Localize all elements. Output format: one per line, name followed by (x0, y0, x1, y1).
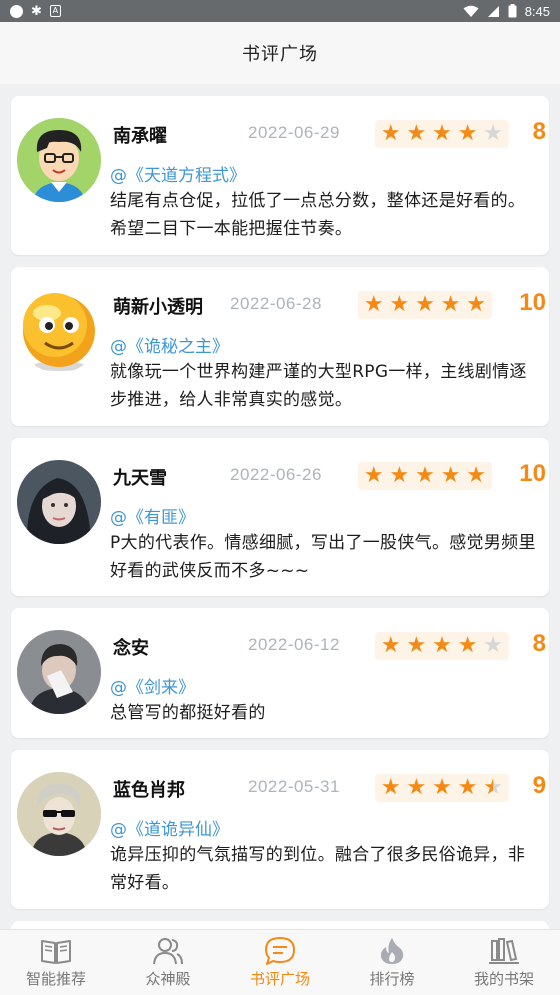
flame-icon (380, 938, 404, 964)
battery-icon (508, 4, 517, 18)
star-rating: ★ ★ ★ ★ ★ (375, 774, 509, 802)
bug-icon: ✱ (31, 3, 42, 19)
tab-bookshelf[interactable]: 我的书架 (448, 930, 560, 995)
status-bar: ✱ A 8:45 (0, 0, 560, 22)
star-icon: ★ (406, 633, 427, 658)
girl-photo-avatar[interactable] (17, 460, 101, 544)
tab-label: 我的书架 (473, 970, 534, 988)
review-card[interactable]: 萌新小透明 2022-06-28 ★ ★ ★ ★ ★ 10 @《诡秘之主》 就像… (11, 267, 549, 426)
review-score: 10 (519, 289, 546, 316)
bookshelf-icon (489, 938, 519, 964)
star-icon: ★ (432, 121, 452, 146)
review-content: 诡异压抑的气氛描写的到位。融合了很多民俗诡异，非常好看。 (110, 845, 526, 893)
signal-icon (487, 5, 499, 17)
star-rating: ★ ★ ★ ★ ★ (358, 462, 492, 490)
star-icon: ★ (457, 775, 478, 800)
book-link[interactable]: @《有匪》 (110, 503, 195, 528)
emoji-face-avatar[interactable] (17, 289, 101, 373)
tab-label: 书评广场 (249, 970, 310, 988)
book-link[interactable]: @《诡秘之主》 (110, 332, 229, 357)
users-icon (153, 938, 183, 965)
review-card[interactable]: 南承曜 2022-06-29 ★ ★ ★ ★ ★ 8 @《天道方程式》 结尾有点… (11, 96, 549, 255)
status-left: ✱ A (10, 4, 61, 19)
star-icon: ★ (440, 463, 461, 488)
notification-dot-icon (10, 4, 23, 18)
tab-ranking[interactable]: 排行榜 (336, 930, 448, 995)
wifi-icon (463, 5, 479, 17)
star-icon: ★ (432, 633, 452, 658)
review-date: 2022-06-29 (248, 123, 340, 142)
star-icon: ★ (380, 121, 401, 146)
star-icon: ★ (389, 292, 410, 317)
tab-gods-hall[interactable]: 众神殿 (112, 930, 224, 995)
star-icon: ★ (457, 121, 478, 146)
reviewer-name[interactable]: 南承曜 (113, 122, 167, 148)
star-icon: ★ (466, 463, 487, 488)
reviewer-name[interactable]: 念安 (113, 634, 149, 660)
star-half-icon: ★ (483, 775, 504, 800)
book-link[interactable]: @《天道方程式》 (110, 161, 246, 186)
star-icon: ★ (457, 633, 478, 658)
star-icon: ★ (432, 775, 452, 800)
bottom-tab-bar: 智能推荐 众神殿 书评广场 排行榜 我的书架 (0, 929, 560, 995)
star-icon: ★ (466, 292, 487, 317)
review-score: 10 (519, 460, 546, 487)
review-content: 结尾有点仓促，拉低了一点总分数，整体还是好看的。希望二目下一本能把握住节奏。 (110, 191, 526, 239)
status-right: 8:45 (463, 4, 550, 19)
star-icon: ★ (415, 463, 435, 488)
review-date: 2022-06-26 (230, 465, 322, 484)
review-feed[interactable]: 南承曜 2022-06-29 ★ ★ ★ ★ ★ 8 @《天道方程式》 结尾有点… (0, 84, 560, 929)
star-icon: ★ (415, 292, 435, 317)
page-title: 书评广场 (0, 22, 560, 84)
book-link[interactable]: @《道诡异仙》 (110, 815, 229, 840)
reviewer-name[interactable]: 蓝色肖邦 (113, 776, 185, 802)
star-empty-icon: ★ (483, 633, 504, 658)
star-icon: ★ (406, 775, 427, 800)
review-content: P大的代表作。情感细腻，写出了一股侠气。感觉男频里好看的武侠反而不多~~~ (110, 533, 536, 581)
review-date: 2022-06-28 (230, 294, 322, 313)
star-icon: ★ (380, 633, 401, 658)
tab-review-square[interactable]: 书评广场 (224, 930, 336, 995)
reviewer-name[interactable]: 九天雪 (113, 464, 167, 490)
sunglasses-photo-avatar[interactable] (17, 772, 101, 856)
review-content: 总管写的都挺好看的 (110, 703, 266, 723)
star-rating: ★ ★ ★ ★ ★ (358, 291, 492, 319)
star-empty-icon: ★ (483, 121, 504, 146)
review-card[interactable]: 念安 2022-06-12 ★ ★ ★ ★ ★ 8 @《剑来》 总管写的都挺好看… (11, 608, 549, 738)
book-link[interactable]: @《剑来》 (110, 673, 195, 698)
star-rating: ★ ★ ★ ★ ★ (375, 632, 509, 660)
tab-label: 智能推荐 (25, 970, 86, 988)
a-badge-icon: A (49, 5, 61, 17)
cartoon-boy-avatar[interactable] (17, 118, 101, 202)
star-icon: ★ (363, 463, 384, 488)
review-card[interactable]: 九天雪 2022-06-26 ★ ★ ★ ★ ★ 10 @《有匪》 P大的代表作… (11, 438, 549, 596)
star-icon: ★ (389, 463, 410, 488)
star-icon: ★ (406, 121, 427, 146)
star-icon: ★ (380, 775, 401, 800)
review-score: 8 (532, 630, 546, 657)
review-card-partial[interactable] (11, 921, 549, 929)
reviewer-name[interactable]: 萌新小透明 (113, 293, 203, 319)
review-card[interactable]: 蓝色肖邦 2022-05-31 ★ ★ ★ ★ ★ 9 @《道诡异仙》 诡异压抑… (11, 750, 549, 909)
review-date: 2022-06-12 (248, 635, 340, 654)
star-rating: ★ ★ ★ ★ ★ (375, 120, 509, 148)
review-content: 就像玩一个世界构建严谨的大型RPG一样，主线剧情逐步推进，给人非常真实的感觉。 (110, 362, 527, 410)
boy-photo-avatar[interactable] (17, 630, 101, 714)
book-icon (41, 940, 71, 964)
review-score: 9 (532, 772, 546, 799)
review-score: 8 (532, 118, 546, 145)
tab-recommend[interactable]: 智能推荐 (0, 930, 112, 995)
tab-label: 众神殿 (145, 970, 191, 988)
chat-icon (265, 937, 295, 965)
star-icon: ★ (363, 292, 384, 317)
review-date: 2022-05-31 (248, 777, 340, 796)
star-icon: ★ (440, 292, 461, 317)
clock: 8:45 (524, 3, 550, 19)
tab-label: 排行榜 (369, 970, 415, 988)
